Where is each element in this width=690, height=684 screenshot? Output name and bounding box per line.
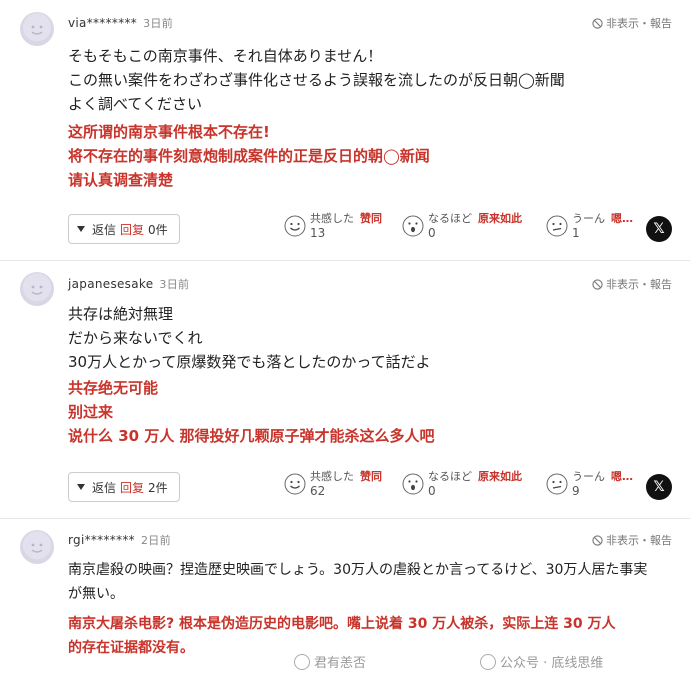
jp-line: そもそもこの南京事件、それ自体ありません！ <box>68 47 383 65</box>
hide-report-label: 非表示・報告 <box>606 278 672 291</box>
comment-text-jp: 共存は絶対無理 だから来ないでくれ 30万人とかって原爆数発でも落としたのかって… <box>68 302 431 374</box>
avatar-face-icon <box>31 25 43 35</box>
avatar[interactable] <box>20 272 54 306</box>
block-icon <box>592 17 603 29</box>
cn-line: 说什么 30 万人 那得投好几颗原子弹才能杀这么多人吧 <box>68 427 435 445</box>
chevron-down-icon <box>77 226 85 232</box>
reaction-cn-label: 赞同 <box>360 212 382 225</box>
comment-text-jp: そもそもこの南京事件、それ自体ありません！ この無い案件をわざわざ事件化させるよ… <box>68 44 565 116</box>
reaction-count: 1 <box>572 226 580 240</box>
watermark-left-text: 君有恙否 <box>314 656 367 671</box>
reply-count: 0件 <box>148 222 168 237</box>
wechat-icon <box>480 653 496 670</box>
author-name[interactable]: via******** <box>68 16 137 30</box>
comment-time: 3日前 <box>159 278 190 291</box>
reaction-naruhodo[interactable]: なるほど 原来如此 0 <box>402 212 522 240</box>
reaction-label: うーん <box>572 470 605 483</box>
jp-line: が無い。 <box>68 586 124 602</box>
x-share-icon[interactable]: 𝕏 <box>646 474 672 500</box>
cn-line: 南京大屠杀电影? 根本是伪造历史的电影吧。嘴上说着 30 万人被杀，实际上连 3… <box>68 616 616 632</box>
watermark-right-text: 公众号 · 底线思维 <box>500 656 604 671</box>
reaction-count: 9 <box>572 484 580 498</box>
reaction-label: うーん <box>572 212 605 225</box>
reply-button[interactable]: 返信 回复 0件 <box>68 214 180 244</box>
cn-line: 共存绝无可能 <box>68 379 159 397</box>
reaction-label: 共感した <box>310 470 354 483</box>
jp-line: だから来ないでくれ <box>68 329 203 347</box>
comment-translation-cn: 这所谓的南京事件根本不存在! 将不存在的事件刻意炮制成案件的正是反日的朝◯新闻 … <box>68 120 430 192</box>
reaction-label: なるほど <box>428 212 472 225</box>
reaction-cn-label: 原来如此 <box>478 470 522 483</box>
reply-label: 返信 <box>92 222 117 237</box>
divider <box>0 518 690 519</box>
reaction-count: 62 <box>310 484 326 498</box>
comment-translation-cn: 共存绝无可能 别过来 说什么 30 万人 那得投好几颗原子弹才能杀这么多人吧 <box>68 376 435 448</box>
jp-line: よく調べてください <box>68 95 202 113</box>
thinking-face-icon <box>546 215 568 237</box>
avatar-face-icon <box>31 285 43 295</box>
surprised-face-icon <box>402 215 424 237</box>
reaction-empathy[interactable]: 共感した 赞同 62 <box>284 470 382 498</box>
x-share-icon[interactable]: 𝕏 <box>646 216 672 242</box>
reaction-cn-label: 原来如此 <box>478 212 522 225</box>
jp-line: 南京虐殺の映画？捏造歴史映画でしょう。30万人の虐殺とか言ってるけど、30万人居… <box>68 562 648 578</box>
reply-count: 2件 <box>148 480 168 495</box>
jp-line: 30万人とかって原爆数発でも落としたのかって話だよ <box>68 353 431 371</box>
avatar[interactable] <box>20 12 54 46</box>
reaction-empathy[interactable]: 共感した 赞同 13 <box>284 212 382 240</box>
cn-line: 这所谓的南京事件根本不存在! <box>68 123 270 141</box>
jp-line: この無い案件をわざわざ事件化させるよう誤報を流したのが反日朝◯新聞 <box>68 71 565 89</box>
reply-label: 返信 <box>92 480 117 495</box>
reaction-count: 0 <box>428 484 436 498</box>
reply-cn-label: 回复 <box>120 480 145 495</box>
avatar[interactable] <box>20 530 54 564</box>
author-name[interactable]: japanesesake <box>68 277 153 291</box>
chevron-down-icon <box>77 484 85 490</box>
jp-line: 共存は絶対無理 <box>68 305 174 323</box>
reaction-count: 13 <box>310 226 326 240</box>
hide-report-label: 非表示・報告 <box>606 17 672 30</box>
cn-line: 请认真调查清楚 <box>68 171 174 189</box>
avatar-face-icon <box>31 543 43 553</box>
watermark-right: 公众号 · 底线思维 <box>480 652 603 671</box>
comment-author[interactable]: rgi******** 2日前 <box>68 532 171 548</box>
cn-line: 别过来 <box>68 403 114 421</box>
reply-cn-label: 回复 <box>120 222 145 237</box>
cn-line: 将不存在的事件刻意炮制成案件的正是反日的朝◯新闻 <box>68 147 430 165</box>
block-icon <box>592 278 603 290</box>
comment-author[interactable]: via******** 3日前 <box>68 15 173 31</box>
hide-report-button[interactable]: 非表示・報告 <box>592 15 672 31</box>
surprised-face-icon <box>402 473 424 495</box>
watermark-left: 君有恙否 <box>294 652 366 671</box>
reaction-uun[interactable]: うーん 嗯… 9 <box>546 470 633 498</box>
author-name[interactable]: rgi******** <box>68 533 135 547</box>
smile-face-icon <box>284 215 306 237</box>
comment-author[interactable]: japanesesake 3日前 <box>68 276 189 292</box>
reaction-uun[interactable]: うーん 嗯… 1 <box>546 212 633 240</box>
comment-text-jp: 南京虐殺の映画？捏造歴史映画でしょう。30万人の虐殺とか言ってるけど、30万人居… <box>68 558 647 606</box>
comment-time: 2日前 <box>140 534 171 547</box>
comment-time: 3日前 <box>143 17 173 30</box>
hide-report-label: 非表示・報告 <box>606 534 672 547</box>
reaction-naruhodo[interactable]: なるほど 原来如此 0 <box>402 470 522 498</box>
reaction-cn-label: 嗯… <box>611 470 633 483</box>
divider <box>0 260 690 261</box>
smile-face-icon <box>284 473 306 495</box>
block-icon <box>592 534 603 546</box>
reaction-label: なるほど <box>428 470 472 483</box>
reply-button[interactable]: 返信 回复 2件 <box>68 472 180 502</box>
reaction-label: 共感した <box>310 212 354 225</box>
weibo-icon <box>294 653 310 670</box>
reaction-count: 0 <box>428 226 436 240</box>
hide-report-button[interactable]: 非表示・報告 <box>592 532 672 548</box>
hide-report-button[interactable]: 非表示・報告 <box>592 276 672 292</box>
reaction-cn-label: 赞同 <box>360 470 382 483</box>
reaction-cn-label: 嗯… <box>611 212 633 225</box>
thinking-face-icon <box>546 473 568 495</box>
